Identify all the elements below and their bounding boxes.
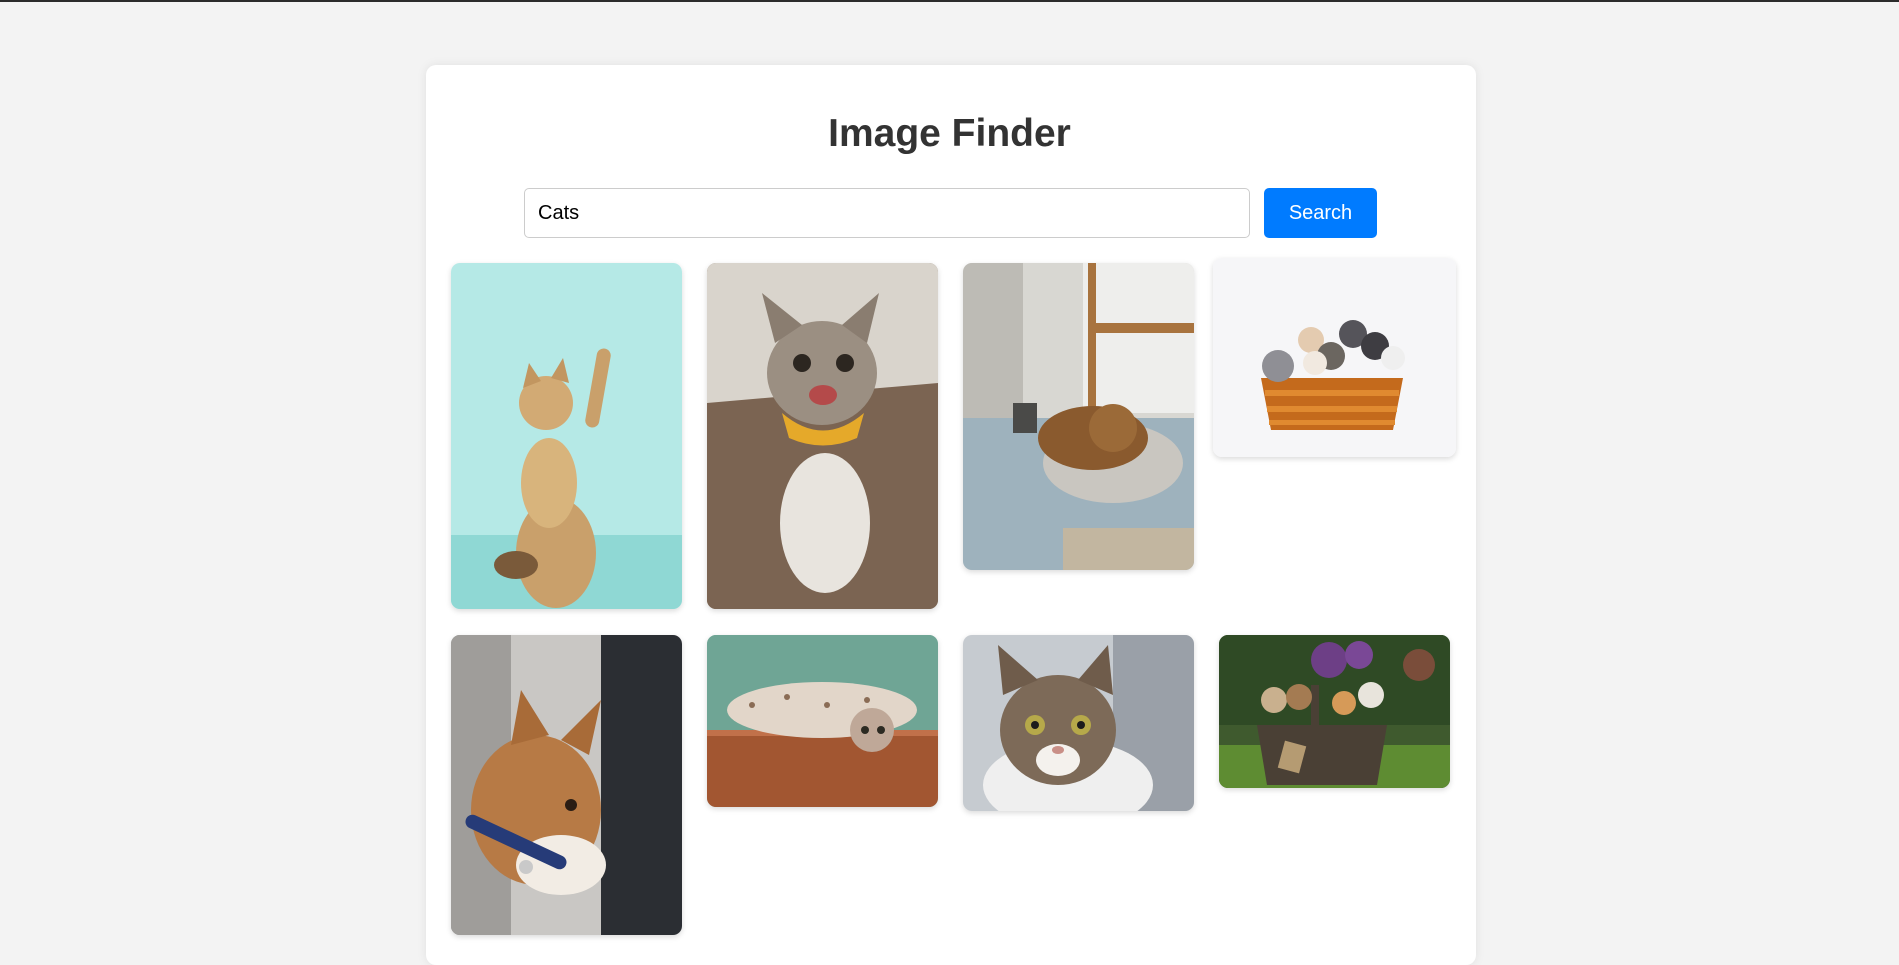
- tabby-portrait-image: [963, 635, 1194, 811]
- result-image-1[interactable]: [451, 263, 682, 609]
- kittens-basket-image: [1213, 258, 1456, 457]
- sleeping-cat-image: [963, 263, 1194, 570]
- search-input[interactable]: [524, 188, 1250, 238]
- result-image-8[interactable]: [1219, 635, 1450, 788]
- result-image-4[interactable]: [1213, 258, 1456, 457]
- ginger-cat-image: [451, 635, 682, 935]
- page-title: Image Finder: [828, 112, 1071, 155]
- kittens-grass-image: [1219, 635, 1450, 788]
- lying-cat-image: [707, 635, 938, 807]
- tabby-cat-image: [707, 263, 938, 609]
- kitten-image: [451, 263, 682, 609]
- result-image-6[interactable]: [707, 635, 938, 807]
- search-button[interactable]: Search: [1264, 188, 1377, 238]
- result-image-7[interactable]: [963, 635, 1194, 811]
- browser-top-border: [0, 0, 1899, 2]
- result-image-3[interactable]: [963, 263, 1194, 570]
- result-image-2[interactable]: [707, 263, 938, 609]
- result-image-5[interactable]: [451, 635, 682, 935]
